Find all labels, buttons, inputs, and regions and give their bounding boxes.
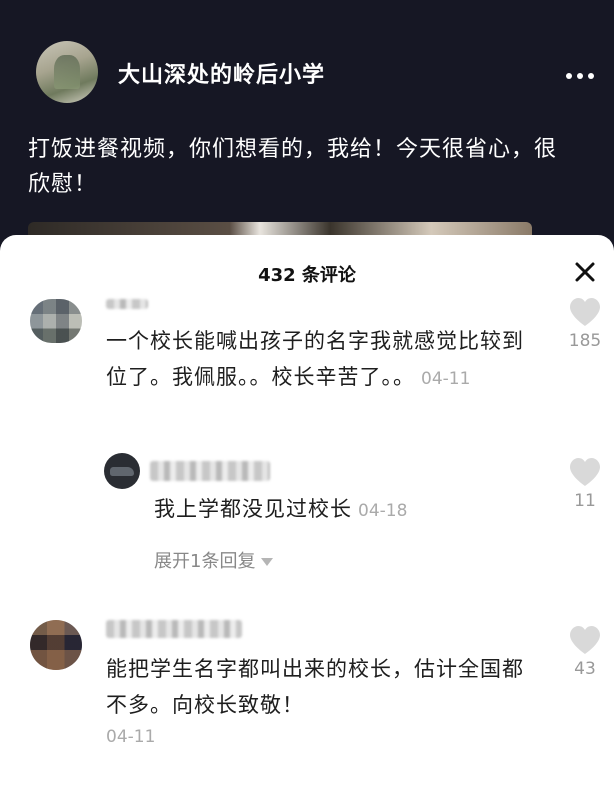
more-icon[interactable]	[566, 64, 600, 79]
expand-replies-link[interactable]: 展开1条回复	[154, 547, 274, 573]
author-avatar[interactable]	[36, 41, 98, 103]
like-count: 43	[574, 659, 596, 679]
close-icon[interactable]	[570, 257, 600, 287]
comment-date: 04-11	[421, 369, 471, 389]
commenter-avatar[interactable]	[30, 620, 82, 670]
reply-text: 我上学都没见过校长 04-18	[154, 491, 474, 529]
like-count: 185	[568, 331, 602, 351]
heart-icon	[570, 626, 600, 654]
reply-name-blurred[interactable]	[150, 461, 270, 481]
reply-like-count: 11	[574, 491, 596, 511]
like-button[interactable]: 185	[565, 297, 605, 351]
heart-icon	[570, 298, 600, 326]
heart-icon	[570, 458, 600, 486]
comments-sheet: 432 条评论 一个校长能喊出孩子的名字我就感觉比较到位了。我佩服。。校长辛苦了…	[0, 235, 614, 800]
expand-replies-label: 展开1条回复	[154, 551, 256, 572]
post-caption: 打饭进餐视频，你们想看的，我给！今天很省心，很欣慰！	[28, 137, 558, 197]
comment-text: 一个校长能喊出孩子的名字我就感觉比较到位了。我佩服。。校长辛苦了。。 04-11	[106, 323, 526, 397]
commenter-name-blurred[interactable]	[106, 299, 148, 309]
like-button[interactable]: 43	[565, 625, 605, 679]
reply-avatar[interactable]	[104, 453, 140, 489]
author-name[interactable]: 大山深处的岭后小学	[118, 57, 325, 89]
reply-body: 我上学都没见过校长	[154, 497, 352, 521]
comments-count-title: 432 条评论	[258, 265, 356, 286]
commenter-avatar[interactable]	[30, 299, 82, 343]
post-header: 大山深处的岭后小学 打饭进餐视频，你们想看的，我给！今天很省心，很欣慰！	[0, 0, 614, 242]
reply-date: 04-18	[358, 501, 408, 521]
caret-down-icon	[261, 558, 274, 566]
comment-text: 能把学生名字都叫出来的校长，估计全国都不多。向校长致敬！	[106, 657, 524, 717]
commenter-name-blurred[interactable]	[106, 620, 242, 638]
reply-like-button[interactable]: 11	[565, 457, 605, 511]
comment-date: 04-11	[106, 727, 156, 747]
